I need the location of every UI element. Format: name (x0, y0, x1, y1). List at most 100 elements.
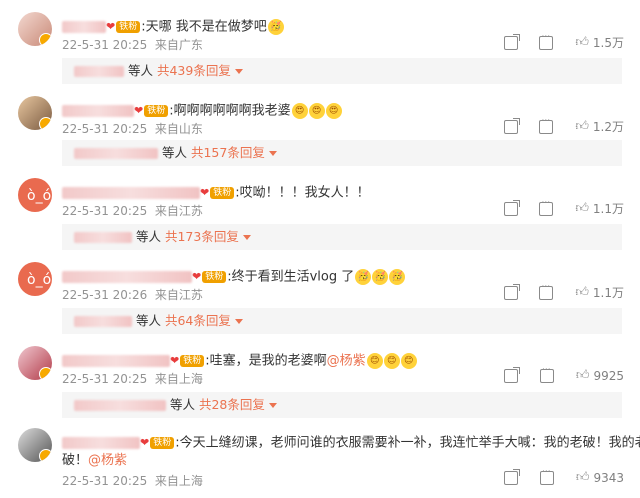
reply-summary[interactable]: 等人 共439条回复 (62, 58, 622, 84)
reply-count-link[interactable]: 共28条回复 (199, 397, 265, 412)
fan-heart-icon: ❤ (192, 270, 202, 283)
mention-link[interactable]: @杨紫 (327, 354, 366, 369)
timestamp: 22-5-31 20:25 (62, 372, 148, 386)
username-blurred[interactable] (62, 437, 140, 449)
reply-summary[interactable]: 等人 共173条回复 (62, 224, 622, 250)
username-blurred[interactable] (62, 271, 192, 283)
comment-meta: 22-5-31 20:25 来自江苏 (62, 202, 203, 219)
share-icon[interactable] (503, 199, 520, 216)
reply-summary[interactable]: 等人 共28条回复 (62, 392, 622, 418)
location: 来自上海 (154, 372, 203, 386)
comment-text: :天哪 我不是在做梦吧 (141, 19, 267, 35)
emoji-icon: 😊 (366, 353, 383, 369)
comment-meta: 22-5-31 20:25 来自上海 (62, 472, 203, 489)
like-button[interactable]: 👍︎ 1.5万 (575, 34, 624, 51)
avatar[interactable] (18, 96, 52, 130)
fan-heart-icon: ❤ (106, 20, 116, 33)
avatar[interactable] (18, 346, 52, 380)
share-icon[interactable] (503, 283, 520, 300)
location: 来自广东 (154, 38, 203, 52)
emoji-icon: 🥳 (372, 269, 389, 285)
share-icon[interactable] (503, 117, 520, 134)
comment-icon[interactable] (539, 282, 554, 300)
reply-count-link[interactable]: 共173条回复 (165, 229, 239, 244)
share-icon[interactable] (503, 33, 520, 50)
angry-face-icon: ò_ó (27, 272, 52, 288)
comment-actions: 👍︎9343 (486, 467, 624, 485)
comment-icon[interactable] (539, 116, 554, 134)
comment-text-continued: 破！ (62, 453, 89, 468)
comment-text: :哎呦！！！我女人！！ (235, 185, 370, 201)
username-blurred[interactable] (62, 105, 134, 117)
like-icon: 👍︎ (575, 470, 590, 485)
comment-icon[interactable] (539, 198, 554, 216)
verified-badge-icon (39, 367, 52, 380)
like-icon: 👍︎ (575, 35, 589, 50)
avatar[interactable]: ò_ó (18, 178, 52, 212)
like-icon: 👍︎ (575, 119, 589, 134)
comment-icon[interactable] (539, 32, 554, 50)
comment-icon[interactable] (540, 365, 555, 383)
like-count: 1.1万 (592, 202, 624, 216)
like-count: 1.5万 (592, 36, 624, 50)
location: 来自江苏 (154, 204, 203, 218)
username-blurred[interactable] (62, 187, 200, 199)
fan-heart-icon: ❤ (134, 104, 144, 117)
timestamp: 22-5-31 20:25 (62, 204, 148, 218)
reply-summary[interactable]: 等人 共157条回复 (62, 140, 622, 166)
fan-heart-icon: ❤ (170, 354, 180, 367)
emoji-icon: 🥳 (267, 19, 284, 35)
reply-users-blurred (74, 66, 124, 77)
emoji-icon: 😍 (308, 103, 325, 119)
emoji-icon: 🥳 (355, 269, 372, 285)
reply-who: 等人 (135, 229, 161, 244)
reply-count-link[interactable]: 共64条回复 (165, 313, 231, 328)
reply-users-blurred (74, 232, 132, 243)
username-blurred[interactable] (62, 355, 170, 367)
reply-summary[interactable]: 等人 共64条回复 (62, 308, 622, 334)
location: 来自江苏 (154, 288, 203, 302)
like-button[interactable]: 👍︎ 1.1万 (575, 200, 624, 217)
like-button[interactable]: 👍︎ 1.2万 (575, 118, 624, 135)
avatar[interactable] (18, 428, 52, 462)
chevron-down-icon (268, 151, 277, 156)
comment-meta: 22-5-31 20:25 来自广东 (62, 36, 203, 53)
comment-actions: 👍︎1.5万 (486, 32, 624, 51)
like-count: 1.1万 (592, 286, 624, 300)
fan-badge: 铁粉 (150, 437, 175, 449)
like-button[interactable]: 👍︎ 1.1万 (575, 284, 624, 301)
comment-actions: 👍︎9925 (486, 365, 624, 383)
fan-badge: 铁粉 (202, 271, 227, 283)
chevron-down-icon (234, 69, 243, 74)
reply-count-link[interactable]: 共439条回复 (157, 63, 231, 78)
angry-face-icon: ò_ó (27, 188, 52, 204)
emoji-icon: 😍 (291, 103, 308, 119)
comment-text: :啊啊啊啊啊啊我老婆 (169, 103, 291, 119)
reply-users-blurred (74, 400, 166, 411)
like-icon: 👍︎ (575, 285, 589, 300)
reply-count-link[interactable]: 共157条回复 (191, 145, 265, 160)
like-icon: 👍︎ (575, 201, 589, 216)
avatar[interactable]: ò_ó (18, 262, 52, 296)
verified-badge-icon (39, 117, 52, 130)
reply-users-blurred (74, 148, 158, 159)
like-button[interactable]: 👍︎ 9925 (576, 368, 624, 383)
share-icon[interactable] (504, 468, 521, 485)
fan-badge: 铁粉 (180, 355, 205, 367)
chevron-down-icon (268, 403, 277, 408)
timestamp: 22-5-31 20:25 (62, 38, 148, 52)
fan-heart-icon: ❤ (200, 186, 210, 199)
verified-badge-icon (39, 33, 52, 46)
emoji-icon: 😊 (383, 353, 400, 369)
chevron-down-icon (242, 235, 251, 240)
comment-icon[interactable] (540, 467, 555, 485)
comment-actions: 👍︎1.1万 (486, 198, 624, 217)
share-icon[interactable] (504, 366, 521, 383)
username-blurred[interactable] (62, 21, 106, 33)
mention-link[interactable]: @杨紫 (88, 453, 127, 468)
comment-text: :哇塞，是我的老婆啊 (205, 353, 327, 369)
avatar[interactable] (18, 12, 52, 46)
like-count: 9343 (593, 470, 624, 485)
like-button[interactable]: 👍︎ 9343 (576, 470, 624, 485)
fan-badge: 铁粉 (210, 187, 235, 199)
